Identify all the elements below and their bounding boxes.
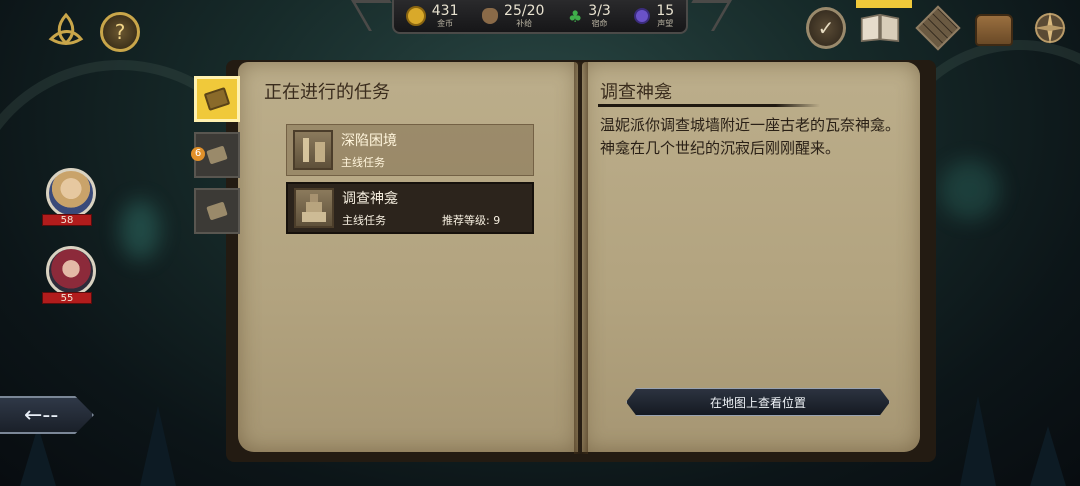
journal-book-icon[interactable] (860, 8, 900, 48)
resource-gold: 431 金币 (405, 2, 459, 29)
triquetra-menu-icon[interactable] (46, 10, 86, 50)
back-button[interactable]: ←-- (0, 396, 94, 434)
resource-bar: 431 金币 25/20 补给 ♣ 3/3 宿命 15 声望 (392, 0, 688, 34)
map-grid-icon[interactable] (915, 5, 961, 51)
left-page (238, 62, 578, 452)
book-icon (206, 201, 228, 221)
confirm-button[interactable]: ✓ (806, 7, 846, 49)
supplies-label: 补给 (516, 18, 533, 28)
quest-item-2-selected[interactable]: 调查神龛 主线任务 推荐等级: 9 (286, 182, 534, 234)
shrine-thumb-icon (294, 188, 334, 228)
quest-description: 温妮派你调查城墙附近一座古老的瓦奈神龛。神龛在几个世纪的沉寂后刚刚醒来。 (600, 116, 901, 157)
party-hp-2: 55 (42, 292, 92, 304)
quest-item-1[interactable]: 深陷困境 主线任务 (286, 124, 534, 176)
supplies-value: 25/20 (504, 2, 545, 19)
gold-label: 金币 (437, 18, 454, 28)
gold-value: 431 (431, 2, 459, 19)
tab-notification-badge: 6 (191, 147, 205, 161)
resource-reputation: 15 声望 (634, 4, 674, 29)
quest-thumb-icon (293, 130, 333, 170)
back-arrow-icon: ←-- (24, 402, 59, 428)
reputation-gem-icon (634, 8, 651, 24)
journal-tab-highlight (856, 0, 912, 8)
gold-coin-icon (405, 6, 426, 26)
quest-type: 主线任务 (341, 156, 385, 169)
help-button[interactable]: ? (100, 12, 140, 52)
title-divider (598, 104, 820, 107)
reputation-value: 15 (656, 2, 675, 19)
resource-fate: ♣ 3/3 宿命 (568, 4, 611, 29)
quest-recommended-level: 推荐等级: 9 (442, 214, 501, 227)
scroll-icon (203, 87, 231, 111)
quest-title: 调查神龛 (342, 191, 398, 207)
party-portrait-2[interactable] (46, 246, 96, 296)
resource-supplies: 25/20 补给 (482, 4, 544, 29)
reputation-label: 声望 (657, 18, 674, 28)
quest-detail-title: 调查神龛 (600, 82, 672, 103)
tab-quests-active[interactable] (194, 76, 240, 122)
checkmark-icon: ✓ (806, 7, 846, 49)
supply-sack-icon (482, 8, 499, 24)
quest-title: 深陷困境 (341, 133, 397, 149)
compass-icon[interactable] (1030, 8, 1070, 48)
quest-type: 主线任务 (342, 214, 386, 227)
party-portrait-1[interactable] (46, 168, 96, 218)
help-icon: ? (100, 12, 140, 52)
party-hp-1: 58 (42, 214, 92, 226)
satchel-inventory-icon[interactable] (974, 10, 1014, 50)
fate-label: 宿命 (591, 18, 608, 28)
clover-icon: ♣ (567, 6, 583, 26)
fate-value: 3/3 (588, 2, 611, 19)
view-on-map-button[interactable]: 在地图上查看位置 (626, 388, 890, 416)
tab-quests-completed[interactable] (194, 188, 240, 234)
view-on-map-label: 在地图上查看位置 (709, 395, 806, 410)
letter-icon (206, 145, 228, 165)
ongoing-quests-heading: 正在进行的任务 (264, 82, 390, 103)
book-spine (574, 62, 588, 454)
